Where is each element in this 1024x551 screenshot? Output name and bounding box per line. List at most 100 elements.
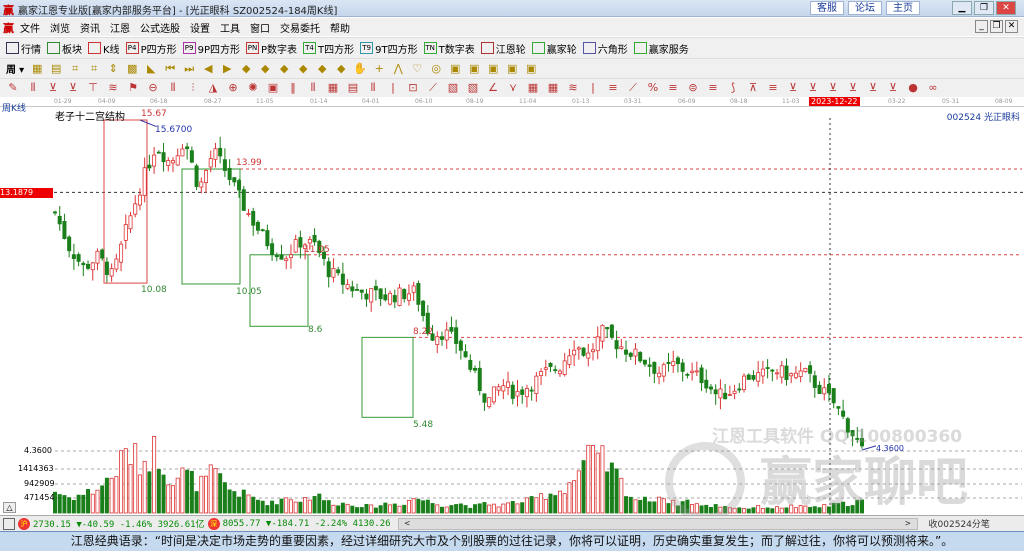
link-home[interactable]: 主页 [886, 1, 920, 15]
draw-tool-icon[interactable]: ◮ [206, 81, 220, 95]
mdi-close-button[interactable]: ✕ [1005, 20, 1018, 33]
toolbar-hexagon-icon-button[interactable]: 六角形 [582, 41, 628, 56]
draw-tool-icon[interactable]: ✺ [246, 81, 260, 95]
toolbar-tn-button[interactable]: TN T数字表 [423, 41, 475, 56]
draw-tool-icon[interactable]: ‖ [286, 81, 300, 95]
chart-tool-icon[interactable]: ▣ [486, 62, 500, 76]
chart-tool-icon[interactable]: ◣ [144, 62, 158, 76]
draw-tool-icon[interactable]: ⟆ [726, 81, 740, 95]
draw-tool-icon[interactable]: ⊻ [846, 81, 860, 95]
menu-window[interactable]: 窗口 [250, 20, 270, 35]
menu-help[interactable]: 帮助 [330, 20, 350, 35]
toolbar-target-icon-button[interactable]: 江恩轮 [480, 41, 526, 56]
chart-tool-icon[interactable]: ◎ [429, 62, 443, 76]
draw-tool-icon[interactable]: ⟋ [426, 81, 440, 95]
draw-tool-icon[interactable]: ⊻ [866, 81, 880, 95]
link-forum[interactable]: 论坛 [848, 1, 882, 15]
toolbar-candles-icon-button[interactable]: K线 [88, 41, 120, 56]
mdi-minimize-button[interactable]: _ [975, 20, 988, 33]
draw-tool-icon[interactable]: ⫴ [306, 81, 320, 95]
chart-tool-icon[interactable]: ◆ [258, 62, 272, 76]
toolbar-t9-button[interactable]: T9 9T四方形 [360, 41, 418, 56]
draw-tool-icon[interactable]: ⊻ [46, 81, 60, 95]
chart-tool-icon[interactable]: ▦ [30, 62, 44, 76]
chart-tool-icon[interactable]: ▤ [49, 62, 63, 76]
menu-settings[interactable]: 设置 [190, 20, 210, 35]
draw-tool-icon[interactable]: ⫴ [366, 81, 380, 95]
draw-tool-icon[interactable]: ⊻ [806, 81, 820, 95]
horizontal-scrollbar[interactable]: < > [397, 517, 918, 530]
draw-tool-icon[interactable]: ≡ [766, 81, 780, 95]
draw-tool-icon[interactable]: ⚑ [126, 81, 140, 95]
chart-tool-icon[interactable]: ⇕ [106, 62, 120, 76]
chart-tool-icon[interactable]: ⏮ [163, 62, 177, 76]
chart-tool-icon[interactable]: ◆ [296, 62, 310, 76]
chart-tool-icon[interactable]: ⏭ [182, 62, 196, 76]
chart-tool-icon[interactable]: ▣ [467, 62, 481, 76]
draw-tool-icon[interactable]: ⊼ [746, 81, 760, 95]
scroll-left-icon[interactable]: < [405, 519, 410, 529]
chart-tool-icon[interactable]: ▣ [524, 62, 538, 76]
draw-tool-icon[interactable]: ✎ [6, 81, 20, 95]
chart-tool-icon[interactable]: ⌗ [68, 62, 82, 76]
draw-tool-icon[interactable]: | [386, 81, 400, 95]
restore-button[interactable]: ❐ [974, 1, 994, 15]
draw-tool-icon[interactable]: ● [906, 81, 920, 95]
toolbar-grid-icon-button[interactable]: 行情 [6, 41, 41, 56]
menu-news[interactable]: 资讯 [80, 20, 100, 35]
menu-gann[interactable]: 江恩 [110, 20, 130, 35]
draw-tool-icon[interactable]: ≋ [106, 81, 120, 95]
draw-tool-icon[interactable]: ⫴ [166, 81, 180, 95]
draw-tool-icon[interactable]: % [646, 81, 660, 95]
draw-tool-icon[interactable]: ≡ [606, 81, 620, 95]
menu-formula[interactable]: 公式选股 [140, 20, 180, 35]
kline-chart[interactable] [0, 107, 1024, 515]
draw-tool-icon[interactable]: ⊜ [686, 81, 700, 95]
draw-tool-icon[interactable]: ▣ [266, 81, 280, 95]
draw-tool-icon[interactable]: ▦ [326, 81, 340, 95]
chart-tool-icon[interactable]: ◆ [239, 62, 253, 76]
draw-tool-icon[interactable]: ≡ [666, 81, 680, 95]
draw-tool-icon[interactable]: ⊻ [786, 81, 800, 95]
draw-tool-icon[interactable]: ⊻ [826, 81, 840, 95]
chart-tool-icon[interactable]: + [372, 62, 386, 76]
draw-tool-icon[interactable]: ⊻ [886, 81, 900, 95]
menu-file[interactable]: 文件 [20, 20, 40, 35]
chart-tool-icon[interactable]: ▣ [505, 62, 519, 76]
chart-tool-icon[interactable]: ▶ [220, 62, 234, 76]
menu-trade[interactable]: 交易委托 [280, 20, 320, 35]
toolbar-dollar-icon-button[interactable]: 赢家服务 [633, 41, 689, 56]
draw-tool-icon[interactable]: ▦ [546, 81, 560, 95]
calculator-icon[interactable] [3, 517, 15, 530]
chart-tool-icon[interactable]: ◀ [201, 62, 215, 76]
draw-tool-icon[interactable]: ▧ [466, 81, 480, 95]
draw-tool-icon[interactable]: ▧ [446, 81, 460, 95]
tick-detail-label[interactable]: 收002524分笔 [929, 517, 990, 530]
draw-tool-icon[interactable]: ⊕ [226, 81, 240, 95]
draw-tool-icon[interactable]: ⊻ [66, 81, 80, 95]
draw-tool-icon[interactable]: ▦ [526, 81, 540, 95]
draw-tool-icon[interactable]: ≋ [566, 81, 580, 95]
chart-tool-icon[interactable]: ✋ [353, 62, 367, 76]
draw-tool-icon[interactable]: ∞ [926, 81, 940, 95]
chart-tool-icon[interactable]: ◆ [334, 62, 348, 76]
chart-tool-icon[interactable]: ⋀ [391, 62, 405, 76]
toolbar-p4-button[interactable]: P4 P四方形 [125, 41, 177, 56]
draw-tool-icon[interactable]: ⫶ [186, 81, 200, 95]
menu-browse[interactable]: 浏览 [50, 20, 70, 35]
draw-tool-icon[interactable]: ⊖ [146, 81, 160, 95]
mdi-restore-button[interactable]: ❐ [990, 20, 1003, 33]
toolbar-t4-button[interactable]: T4 T四方形 [303, 41, 354, 56]
chart-tool-icon[interactable]: ▩ [125, 62, 139, 76]
draw-tool-icon[interactable]: ⊤ [86, 81, 100, 95]
chart-tool-icon[interactable]: ⌗ [87, 62, 101, 76]
draw-tool-icon[interactable]: ⟋ [626, 81, 640, 95]
collapse-button[interactable]: △ [3, 502, 16, 513]
link-service[interactable]: 客服 [810, 1, 844, 15]
close-button[interactable]: ✕ [996, 1, 1016, 15]
minimize-button[interactable]: ▁ [952, 1, 972, 15]
draw-tool-icon[interactable]: ⫴ [26, 81, 40, 95]
draw-tool-icon[interactable]: ≡ [706, 81, 720, 95]
toolbar-wheel-icon-button[interactable]: 赢家轮 [531, 41, 577, 56]
draw-tool-icon[interactable]: ⊡ [406, 81, 420, 95]
